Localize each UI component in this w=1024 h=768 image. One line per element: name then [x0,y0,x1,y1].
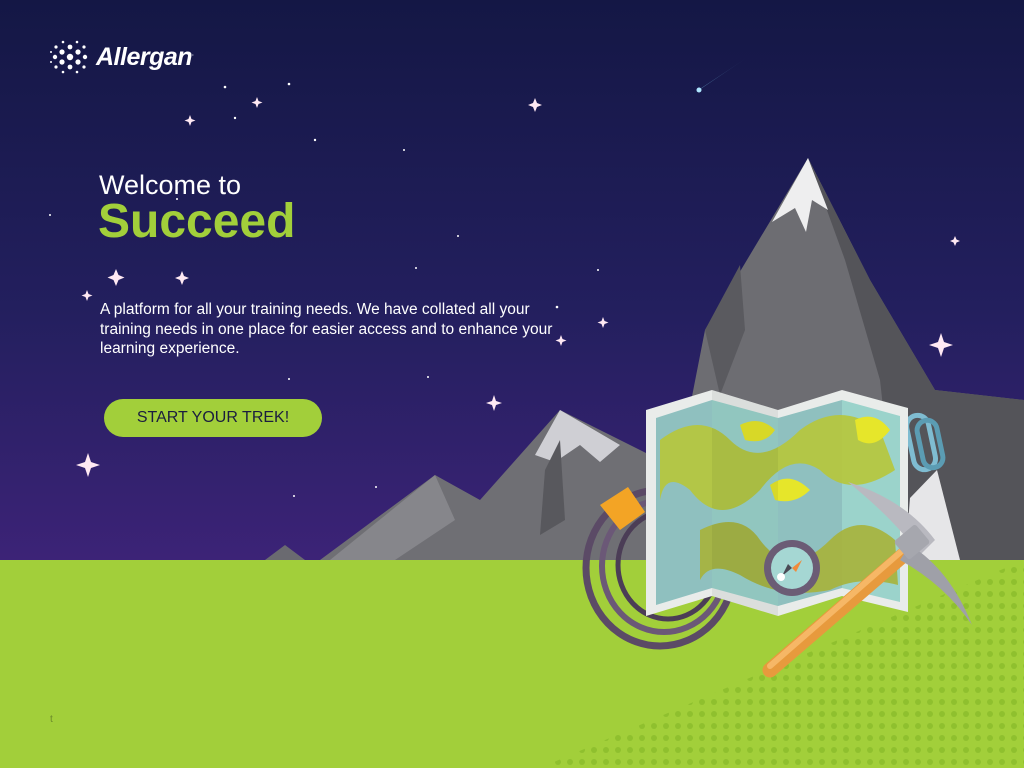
compass-icon [764,540,820,596]
start-trek-button[interactable]: START YOUR TREK! [104,399,322,437]
background-scene [0,0,1024,768]
footer-text: t [50,714,53,725]
brand-name-text: Allergan [96,42,193,71]
platform-description: A platform for all your training needs. … [100,301,553,357]
trademark-mark: . [192,51,194,58]
allergan-dots-icon [50,40,88,74]
brand-name: Allergan. [96,42,194,72]
page-title: Succeed [98,195,296,248]
allergan-logo: Allergan. [50,40,194,74]
